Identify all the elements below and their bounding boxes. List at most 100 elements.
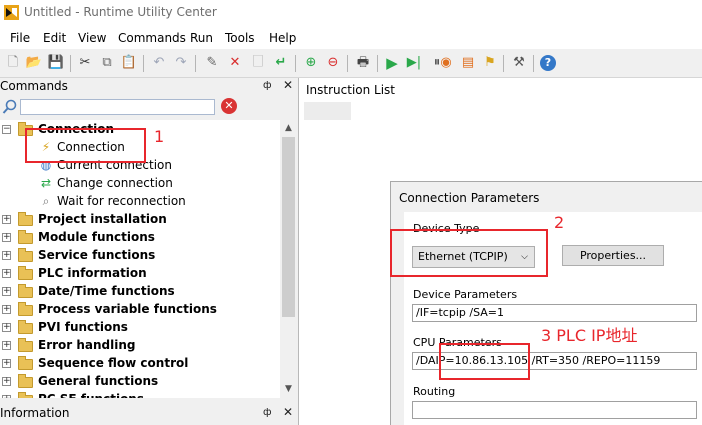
paste-icon[interactable]: 📋 — [120, 54, 138, 72]
folder-icon — [18, 284, 33, 298]
expand-icon[interactable]: + — [2, 395, 11, 398]
toolbar-separator — [143, 55, 144, 72]
expand-icon[interactable]: + — [2, 305, 11, 314]
tree-item-sequence-flow-control[interactable]: Sequence flow control — [38, 354, 188, 372]
undo-icon[interactable]: ↶ — [150, 54, 168, 72]
expand-icon[interactable]: + — [2, 287, 11, 296]
tree-item-service-functions[interactable]: Service functions — [38, 246, 155, 264]
collapse-icon[interactable]: − — [2, 125, 11, 134]
insert-icon[interactable]: ↵ — [272, 54, 290, 72]
folder-icon — [18, 356, 33, 370]
expand-icon[interactable]: + — [2, 251, 11, 260]
scroll-thumb[interactable] — [282, 137, 295, 317]
menu-commands[interactable]: Commands — [118, 31, 186, 45]
properties-button[interactable]: Properties... — [562, 245, 664, 266]
search-input[interactable] — [20, 99, 215, 115]
wait-reconnection-icon: ⌕ — [42, 194, 50, 208]
tree-item-wait-reconnection[interactable]: Wait for reconnection — [57, 192, 186, 210]
annotation-label-2: 2 — [554, 213, 565, 232]
instruction-list-title: Instruction List — [306, 83, 396, 97]
pin-icon[interactable]: ф — [263, 407, 272, 418]
toolbar-separator — [195, 55, 196, 72]
tree-scrollbar[interactable]: ▲ ▼ — [280, 120, 297, 398]
menu-run[interactable]: Run — [190, 31, 213, 45]
expand-icon[interactable]: + — [2, 341, 11, 350]
tools-icon[interactable]: ⚑ — [481, 54, 499, 72]
tree-item-project-installation[interactable]: Project installation — [38, 210, 167, 228]
tree-item-date-time-functions[interactable]: Date/Time functions — [38, 282, 175, 300]
tree-item-module-functions[interactable]: Module functions — [38, 228, 155, 246]
information-panel-header: Information ф ✕ — [0, 403, 298, 423]
commands-panel-header: Commands ф ✕ — [0, 78, 298, 95]
settings-icon[interactable]: ◉ — [437, 54, 455, 72]
menu-edit[interactable]: Edit — [43, 31, 66, 45]
close-icon[interactable]: ✕ — [283, 405, 293, 419]
device-parameters-field[interactable]: /IF=tcpip /SA=1 — [412, 304, 697, 322]
folder-icon — [18, 230, 33, 244]
folder-icon — [18, 266, 33, 280]
expand-icon[interactable]: + — [2, 233, 11, 242]
routing-label: Routing — [413, 385, 456, 398]
folder-icon — [18, 212, 33, 226]
toolbar-separator — [347, 55, 348, 72]
run-icon[interactable]: ▶ — [383, 54, 401, 72]
change-connection-icon: ⇄ — [40, 176, 52, 190]
cut-icon[interactable]: ✂ — [76, 54, 94, 72]
delete-icon[interactable]: ✕ — [226, 54, 244, 72]
dialog-title: Connection Parameters — [399, 191, 540, 205]
help-icon[interactable]: ? — [540, 55, 556, 71]
clear-icon[interactable]: 🗌 — [249, 54, 267, 72]
scroll-down-icon[interactable]: ▼ — [280, 381, 297, 398]
copy-icon[interactable]: ⧉ — [98, 54, 116, 72]
print-icon[interactable]: 🖶 — [354, 54, 372, 72]
toolbar-separator — [377, 55, 378, 72]
pin-icon[interactable]: ф — [263, 80, 272, 91]
folder-icon — [18, 338, 33, 352]
instruction-list-cell[interactable] — [304, 102, 351, 120]
expand-icon[interactable]: + — [2, 269, 11, 278]
expand-icon[interactable]: + — [2, 215, 11, 224]
remove-icon[interactable]: ⊖ — [324, 54, 342, 72]
redo-icon[interactable]: ↷ — [172, 54, 190, 72]
toolbar-separator — [533, 55, 534, 72]
close-icon[interactable]: ✕ — [283, 78, 293, 92]
annotation-box-2 — [390, 229, 548, 277]
connection-parameters-dialog: Connection Parameters Device Type Ethern… — [390, 181, 702, 425]
toolbar: 🗋 📂 💾 ✂ ⧉ 📋 ↶ ↷ ✎ ✕ 🗌 ↵ ⊕ ⊖ 🖶 ▶ ▶| ⏸ ◉ ▤… — [0, 49, 702, 78]
wrench-icon[interactable]: ⚒ — [510, 54, 528, 72]
tree-item-change-connection[interactable]: Change connection — [57, 174, 173, 192]
step-icon[interactable]: ▶| — [405, 54, 423, 72]
menu-file[interactable]: File — [10, 31, 30, 45]
window-title: Untitled - Runtime Utility Center — [24, 5, 217, 19]
toolbar-separator — [70, 55, 71, 72]
folder-icon — [18, 392, 33, 398]
routing-field[interactable] — [412, 401, 697, 419]
tree-item-error-handling[interactable]: Error handling — [38, 336, 136, 354]
tree-item-general-functions[interactable]: General functions — [38, 372, 158, 390]
new-icon[interactable]: 🗋 — [4, 54, 22, 72]
menu-help[interactable]: Help — [269, 31, 296, 45]
tree-item-pvi-functions[interactable]: PVI functions — [38, 318, 128, 336]
menu-view[interactable]: View — [78, 31, 106, 45]
expand-icon[interactable]: + — [2, 359, 11, 368]
save-icon[interactable]: 💾 — [47, 54, 65, 72]
add-icon[interactable]: ⊕ — [302, 54, 320, 72]
open-icon[interactable]: 📂 — [25, 54, 43, 72]
tree-item-plc-information[interactable]: PLC information — [38, 264, 147, 282]
clear-search-icon[interactable]: ✕ — [221, 98, 237, 114]
edit-icon[interactable]: ✎ — [203, 54, 221, 72]
title-bar: Untitled - Runtime Utility Center — [0, 0, 702, 27]
toolbar-separator — [295, 55, 296, 72]
tree-item-process-variable-functions[interactable]: Process variable functions — [38, 300, 217, 318]
menu-tools[interactable]: Tools — [225, 31, 255, 45]
scroll-up-icon[interactable]: ▲ — [280, 120, 297, 137]
expand-icon[interactable]: + — [2, 323, 11, 332]
search-row: ✕ — [0, 97, 298, 119]
expand-icon[interactable]: + — [2, 377, 11, 386]
annotation-box-3 — [439, 343, 530, 380]
annotation-box-1 — [25, 128, 146, 163]
commands-panel-title: Commands — [0, 79, 68, 93]
device-parameters-label: Device Parameters — [413, 288, 518, 301]
tree-item-pc-se-functions[interactable]: PC SE functions — [38, 390, 144, 398]
options-icon[interactable]: ▤ — [459, 54, 477, 72]
